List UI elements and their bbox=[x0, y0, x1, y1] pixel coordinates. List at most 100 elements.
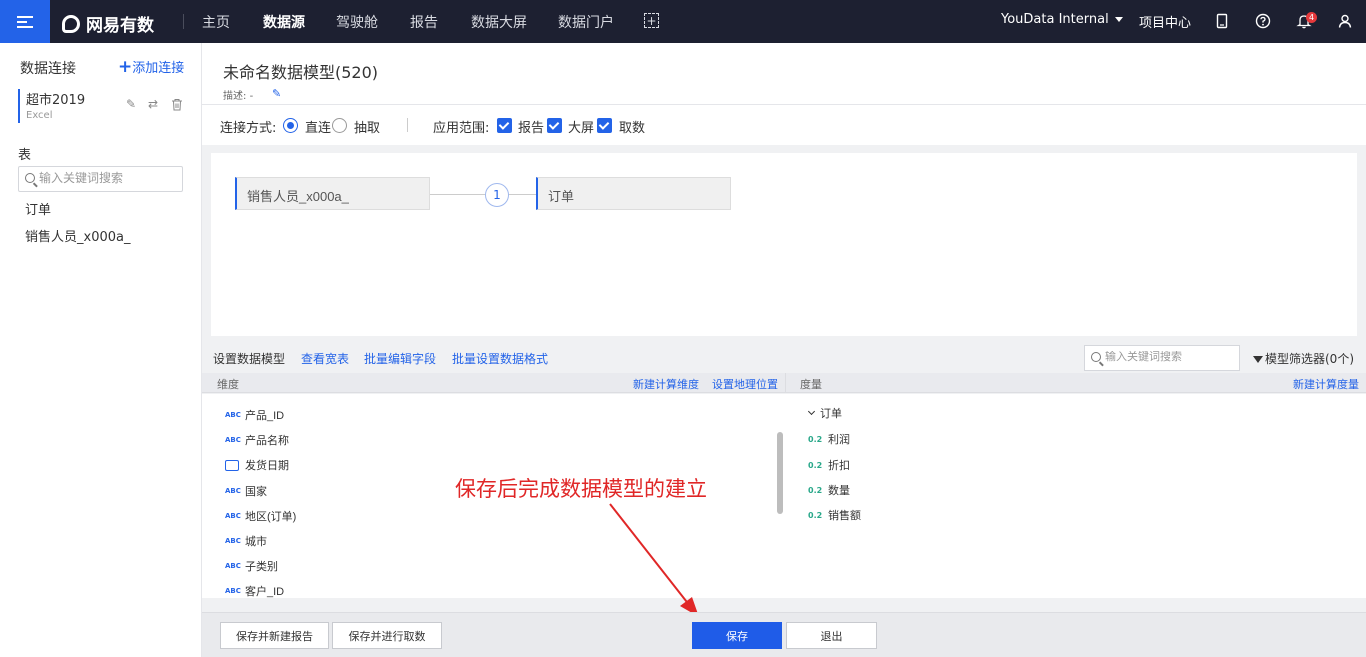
table-search-field[interactable] bbox=[18, 166, 183, 192]
field-search-input[interactable] bbox=[1105, 351, 1235, 363]
dimension-header: 维度 新建计算维度 设置地理位置 bbox=[202, 373, 785, 393]
dimension-field[interactable]: ABC 国家 bbox=[225, 482, 267, 500]
measure-list[interactable]: 订单 0.2 利润 0.2 折扣 0.2 数量 0.2 销售额 bbox=[785, 394, 1366, 598]
table-search-input[interactable] bbox=[39, 171, 179, 185]
nav-home[interactable]: 主页 bbox=[202, 12, 230, 32]
field-name: 客户_ID bbox=[245, 586, 285, 598]
nav-report[interactable]: 报告 bbox=[410, 12, 438, 32]
app-logo[interactable]: 网易有数 bbox=[62, 11, 154, 36]
field-name: 发货日期 bbox=[245, 460, 289, 472]
dimension-field[interactable]: 发货日期 bbox=[225, 456, 289, 474]
scope-label: 应用范围: bbox=[433, 121, 490, 136]
menu-toggle-button[interactable] bbox=[0, 0, 50, 43]
top-navigation-bar: 网易有数 主页 数据源 驾驶舱 报告 数据大屏 数据门户 + YouData I… bbox=[0, 0, 1366, 43]
sidebar-title: 数据连接 bbox=[20, 61, 76, 77]
canvas-table-orders[interactable]: 订单 bbox=[536, 177, 731, 210]
nav-datasource[interactable]: 数据源 bbox=[263, 12, 305, 32]
notification-badge: 4 bbox=[1306, 12, 1317, 23]
new-calc-measure-link[interactable]: 新建计算度量 bbox=[1293, 376, 1359, 392]
scope-report-label[interactable]: 报告 bbox=[518, 117, 544, 136]
setup-model-label: 设置数据模型 bbox=[213, 352, 286, 366]
number-type-icon: 0.2 bbox=[808, 510, 823, 520]
direct-label[interactable]: 直连 bbox=[305, 117, 331, 136]
edit-icon[interactable]: ✎ bbox=[126, 97, 136, 111]
batch-edit-fields-link[interactable]: 批量编辑字段 bbox=[364, 350, 436, 367]
join-indicator[interactable]: 1 bbox=[485, 183, 509, 207]
number-type-icon: 0.2 bbox=[808, 460, 823, 470]
annotation-arrow-icon bbox=[609, 503, 699, 617]
field-toolbar: 设置数据模型 查看宽表 批量编辑字段 批量设置数据格式 模型筛选器(0个) bbox=[202, 345, 1366, 373]
text-type-icon: ABC bbox=[225, 487, 241, 495]
project-center-link[interactable]: 项目中心 bbox=[1139, 12, 1191, 31]
help-icon[interactable] bbox=[1255, 13, 1271, 29]
exit-button[interactable]: 退出 bbox=[786, 622, 877, 649]
measure-group[interactable]: 订单 bbox=[807, 405, 842, 421]
edit-description-icon[interactable]: ✎ bbox=[272, 87, 281, 100]
save-button[interactable]: 保存 bbox=[692, 622, 782, 649]
scrollbar[interactable] bbox=[777, 432, 783, 514]
model-filter-button[interactable]: 模型筛选器(0个) bbox=[1253, 350, 1354, 367]
user-icon[interactable] bbox=[1337, 13, 1353, 29]
radio-direct[interactable] bbox=[283, 118, 298, 133]
calendar-icon bbox=[225, 459, 239, 471]
new-calc-dimension-link[interactable]: 新建计算维度 bbox=[633, 376, 699, 392]
field-name: 城市 bbox=[245, 536, 267, 548]
hamburger-icon bbox=[17, 15, 33, 28]
field-search-field[interactable] bbox=[1084, 345, 1240, 371]
connection-type: Excel bbox=[26, 110, 53, 121]
nav-portal[interactable]: 数据门户 bbox=[558, 12, 614, 32]
trash-icon[interactable] bbox=[171, 98, 183, 111]
connect-mode-label: 连接方式: bbox=[220, 121, 277, 136]
add-connection-button[interactable]: +添加连接 bbox=[118, 57, 184, 77]
scope-fetch-label[interactable]: 取数 bbox=[619, 117, 645, 136]
table-item-salesperson[interactable]: 销售人员_x000a_ bbox=[25, 226, 130, 245]
batch-format-link[interactable]: 批量设置数据格式 bbox=[452, 350, 548, 367]
table-item-orders[interactable]: 订单 bbox=[25, 199, 51, 218]
field-name: 销售额 bbox=[828, 510, 861, 522]
view-wide-table-link[interactable]: 查看宽表 bbox=[301, 350, 349, 367]
dimension-field[interactable]: ABC 产品_ID bbox=[225, 406, 284, 424]
join-line bbox=[430, 194, 536, 195]
radio-extract[interactable] bbox=[332, 118, 347, 133]
chevron-down-icon bbox=[807, 407, 816, 416]
scope-bigscreen-label[interactable]: 大屏 bbox=[568, 117, 594, 136]
checkbox-bigscreen[interactable] bbox=[547, 118, 562, 133]
nav-bigscreen[interactable]: 数据大屏 bbox=[471, 12, 527, 32]
device-icon[interactable] bbox=[1214, 13, 1230, 29]
connection-item[interactable]: 超市2019 Excel ✎ ⇄ bbox=[18, 89, 188, 123]
canvas-table-salesperson[interactable]: 销售人员_x000a_ bbox=[235, 177, 430, 210]
model-header: 未命名数据模型(520) 描述: - ✎ bbox=[202, 43, 1366, 105]
measure-field[interactable]: 0.2 利润 bbox=[808, 430, 850, 448]
set-geo-link[interactable]: 设置地理位置 bbox=[712, 376, 778, 392]
data-connection-sidebar: 数据连接 +添加连接 超市2019 Excel ✎ ⇄ 表 订单 销售人员_x0… bbox=[0, 43, 202, 657]
measure-field[interactable]: 0.2 折扣 bbox=[808, 456, 850, 474]
swap-icon[interactable]: ⇄ bbox=[148, 97, 158, 111]
field-name: 国家 bbox=[245, 486, 267, 498]
measure-field[interactable]: 0.2 销售额 bbox=[808, 506, 861, 524]
nav-cockpit[interactable]: 驾驶舱 bbox=[336, 12, 378, 32]
plus-icon: + bbox=[118, 57, 133, 77]
logo-text: 网易有数 bbox=[86, 16, 154, 36]
dimension-field[interactable]: ABC 地区(订单) bbox=[225, 507, 296, 525]
save-and-fetch-button[interactable]: 保存并进行取数 bbox=[332, 622, 442, 649]
save-and-new-report-button[interactable]: 保存并新建报告 bbox=[220, 622, 329, 649]
workspace-selector[interactable]: YouData Internal bbox=[1001, 12, 1123, 27]
dimension-field[interactable]: ABC 客户_ID bbox=[225, 582, 284, 598]
dimension-field[interactable]: ABC 产品名称 bbox=[225, 431, 289, 449]
caret-down-icon bbox=[1114, 17, 1123, 22]
text-type-icon: ABC bbox=[225, 512, 241, 520]
dimension-field[interactable]: ABC 子类别 bbox=[225, 557, 278, 575]
model-canvas[interactable]: 销售人员_x000a_ 1 订单 bbox=[211, 153, 1357, 336]
number-type-icon: 0.2 bbox=[808, 485, 823, 495]
checkbox-report[interactable] bbox=[497, 118, 512, 133]
field-name: 产品_ID bbox=[245, 410, 285, 422]
extract-label[interactable]: 抽取 bbox=[354, 117, 380, 136]
dimension-field[interactable]: ABC 城市 bbox=[225, 532, 267, 550]
checkbox-fetch[interactable] bbox=[597, 118, 612, 133]
text-type-icon: ABC bbox=[225, 436, 241, 444]
annotation-text: 保存后完成数据模型的建立 bbox=[455, 477, 707, 501]
add-nav-icon[interactable]: + bbox=[644, 13, 659, 28]
measure-field[interactable]: 0.2 数量 bbox=[808, 481, 850, 499]
workspace-name: YouData Internal bbox=[1001, 12, 1109, 27]
field-name: 地区(订单) bbox=[245, 511, 297, 523]
